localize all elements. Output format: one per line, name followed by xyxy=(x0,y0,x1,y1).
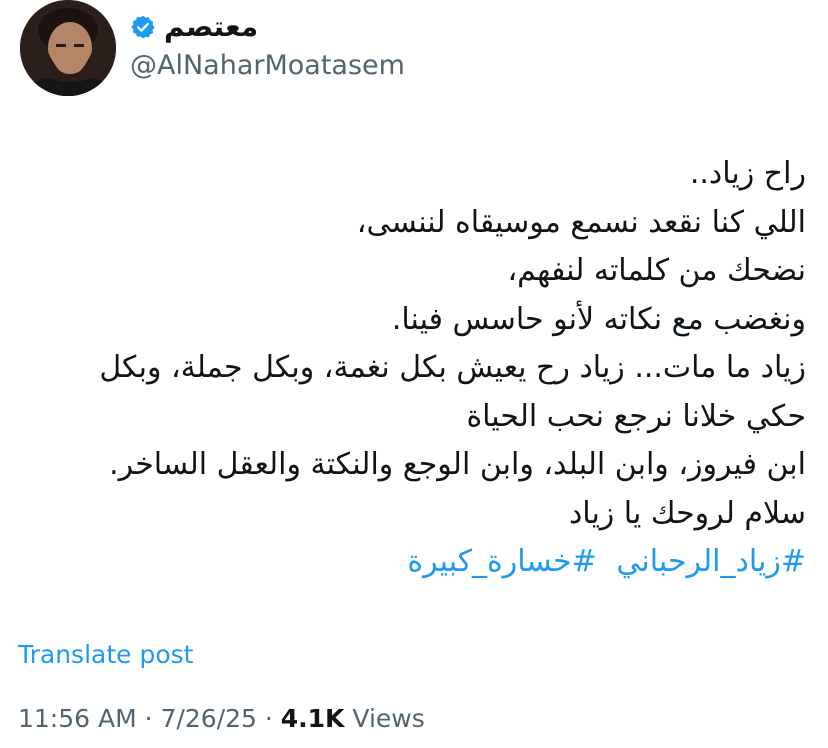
display-name[interactable]: معتصم xyxy=(164,10,258,43)
translate-post-link[interactable]: Translate post xyxy=(18,640,193,669)
tweet-line: ونغضب مع نكاته لأنو حاسس فينا. xyxy=(391,301,806,337)
tweet-header: معتصم @AlNaharMoatasem xyxy=(20,0,808,110)
user-handle[interactable]: @AlNaharMoatasem xyxy=(130,50,405,81)
post-time[interactable]: 11:56 AM xyxy=(18,704,137,733)
tweet-line: زياد ما مات... زياد رح يعيش بكل نغمة، وب… xyxy=(99,350,806,385)
tweet-line: نضحك من كلماته لنفهم، xyxy=(507,253,806,288)
views-count[interactable]: 4.1K xyxy=(281,704,345,733)
hashtag-link[interactable]: #خسارة_كبيرة xyxy=(407,544,596,579)
name-row: معتصم xyxy=(130,10,258,43)
post-date[interactable]: 7/26/25 xyxy=(161,704,257,733)
tweet-line: راح زياد.. xyxy=(689,156,806,191)
tweet-line: اللي كنا نقعد نسمع موسيقاه لننسى، xyxy=(356,204,806,240)
tweet-text: راح زياد.. اللي كنا نقعد نسمع موسيقاه لن… xyxy=(16,150,806,587)
tweet-line: ابن فيروز، وابن البلد، وابن الوجع والنكت… xyxy=(109,447,806,482)
verified-badge-icon[interactable] xyxy=(130,14,156,40)
avatar[interactable] xyxy=(20,0,116,96)
tweet-meta: 11:56 AM · 7/26/25 · 4.1K Views xyxy=(18,704,425,733)
avatar-portrait-icon xyxy=(20,0,116,96)
meta-separator: · xyxy=(264,704,273,733)
views-label: Views xyxy=(352,704,425,733)
tweet-line: حكي خلانا نرجع نحب الحياة xyxy=(466,398,806,434)
hashtag-row: #زياد_الرحباني #خسارة_كبيرة xyxy=(16,538,806,587)
meta-separator: · xyxy=(144,704,153,733)
hashtag-link[interactable]: #زياد_الرحباني xyxy=(616,544,806,579)
tweet-line: سلام لروحك يا زياد xyxy=(568,495,806,531)
